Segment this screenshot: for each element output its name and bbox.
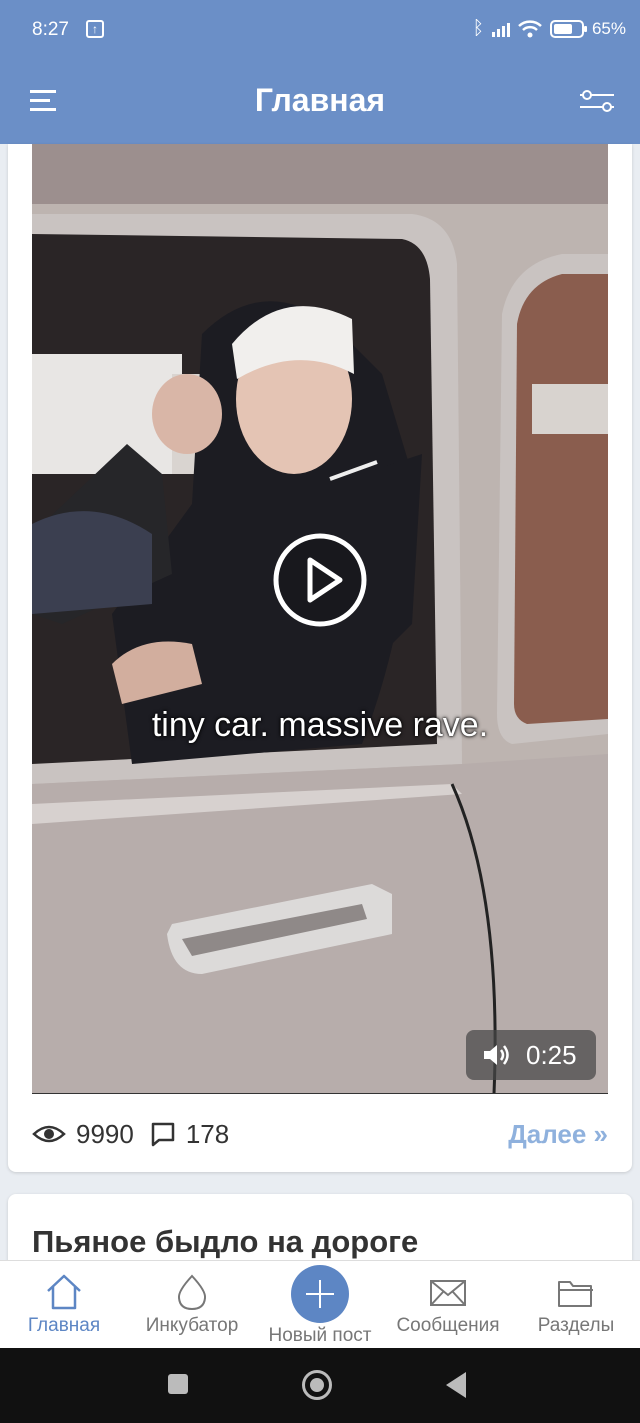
video-caption: tiny car. massive rave. bbox=[151, 706, 489, 744]
plus-icon[interactable] bbox=[291, 1265, 349, 1323]
bluetooth-icon: ᛒ bbox=[472, 18, 484, 39]
tab-sections-label: Разделы bbox=[537, 1315, 615, 1336]
wifi-icon bbox=[518, 20, 542, 38]
tab-home-label: Главная bbox=[27, 1315, 101, 1336]
volume-icon[interactable] bbox=[482, 1042, 512, 1068]
tab-incubator-label: Инкубатор bbox=[145, 1315, 239, 1336]
status-icons: ᛒ 65% bbox=[473, 18, 626, 40]
video-duration-badge[interactable]: 0:25 bbox=[466, 1030, 596, 1080]
home-icon bbox=[47, 1274, 81, 1310]
tab-new-post[interactable]: Новый пост bbox=[256, 1261, 384, 1349]
play-button[interactable] bbox=[272, 532, 368, 628]
back-icon[interactable] bbox=[446, 1372, 466, 1398]
home-circle-icon[interactable] bbox=[302, 1370, 332, 1400]
status-bar: 8:27 ↑ ᛒ 65% bbox=[0, 0, 640, 62]
status-time: 8:27 bbox=[32, 19, 69, 40]
post-title[interactable]: Пьяное быдло на дороге bbox=[32, 1224, 418, 1260]
tab-messages[interactable]: Сообщения bbox=[384, 1261, 512, 1349]
tab-home[interactable]: Главная bbox=[0, 1261, 128, 1349]
comments-count: 178 bbox=[185, 1118, 230, 1149]
video-duration: 0:25 bbox=[526, 1039, 577, 1070]
tab-sections[interactable]: Разделы bbox=[512, 1261, 640, 1349]
comment-icon bbox=[151, 1122, 175, 1147]
tab-incubator[interactable]: Инкубатор bbox=[128, 1261, 256, 1349]
post-card: tiny car. massive rave. 0:25 9990 178 Да… bbox=[8, 144, 632, 1172]
page-title: Главная bbox=[254, 82, 386, 118]
egg-icon bbox=[177, 1274, 207, 1311]
battery-icon bbox=[549, 20, 587, 38]
system-nav-bar bbox=[0, 1348, 640, 1423]
upload-notification-icon: ↑ bbox=[86, 20, 104, 38]
video-player[interactable]: tiny car. massive rave. 0:25 bbox=[32, 144, 608, 1094]
bottom-tab-bar: Главная Инкубатор Новый пост Сообщения Р… bbox=[0, 1260, 640, 1348]
signal-icon bbox=[491, 21, 510, 37]
recent-apps-icon[interactable] bbox=[168, 1374, 188, 1394]
battery-percent: 65% bbox=[591, 19, 626, 38]
filter-settings-icon[interactable] bbox=[578, 86, 616, 116]
eye-icon bbox=[32, 1125, 66, 1143]
post-stats: 9990 178 Далее » bbox=[32, 1114, 608, 1154]
envelope-icon bbox=[430, 1280, 466, 1306]
views-count: 9990 bbox=[76, 1118, 134, 1149]
tab-new-post-label: Новый пост bbox=[268, 1325, 372, 1346]
tab-messages-label: Сообщения bbox=[396, 1315, 500, 1336]
read-more-link[interactable]: Далее » bbox=[508, 1119, 608, 1150]
app-bar: Главная bbox=[0, 62, 640, 144]
folder-icon bbox=[558, 1281, 593, 1307]
